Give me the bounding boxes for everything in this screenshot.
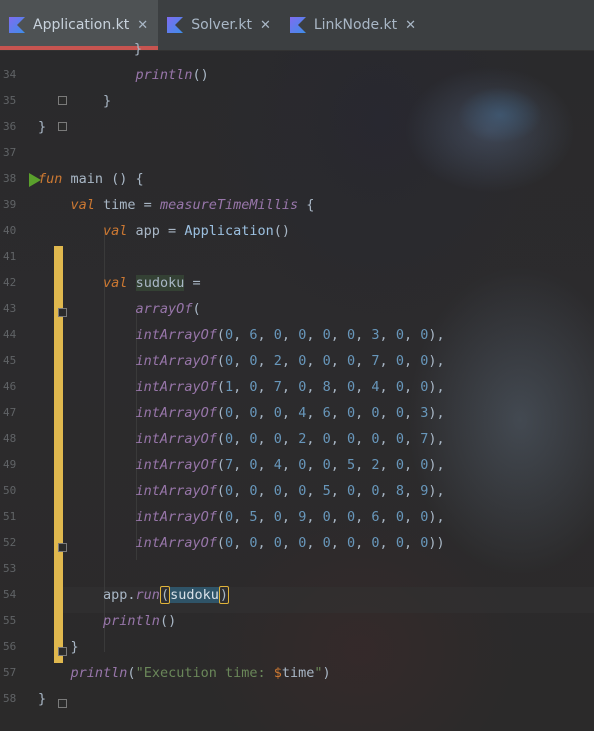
code-line[interactable]: println() [38, 608, 176, 634]
code-line[interactable]: fun main () { [38, 166, 144, 192]
code-line[interactable]: } [38, 686, 46, 712]
line-number: 51 [3, 510, 17, 523]
line-number: 35 [3, 94, 17, 107]
line-number: 41 [3, 250, 17, 263]
line-number: 57 [3, 666, 17, 679]
editor-tab-bar: Application.kt ✕ Solver.kt ✕ LinkNode.kt… [0, 0, 594, 51]
line-number: 54 [3, 588, 17, 601]
fold-icon[interactable] [58, 699, 67, 708]
fold-icon[interactable] [58, 122, 67, 131]
line-number: 56 [3, 640, 17, 653]
close-icon[interactable]: ✕ [260, 18, 271, 33]
line-number: 36 [3, 120, 17, 133]
code-editor[interactable]: } 34 println() 35 } 36} 37 38 fun main () { 39… [0, 41, 594, 731]
code-line[interactable]: println("Execution time: $time") [38, 660, 331, 686]
code-line[interactable]: intArrayOf(0, 0, 0, 4, 6, 0, 0, 0, 3), [38, 400, 445, 426]
line-number: 52 [3, 536, 17, 549]
line-number: 37 [3, 146, 17, 159]
close-icon[interactable]: ✕ [137, 18, 148, 33]
tab-label: Application.kt [33, 17, 130, 33]
line-number: 44 [3, 328, 17, 341]
code-line[interactable]: intArrayOf(0, 0, 0, 0, 5, 0, 0, 8, 9), [38, 478, 445, 504]
code-line[interactable]: intArrayOf(0, 0, 2, 0, 0, 0, 7, 0, 0), [38, 348, 445, 374]
code-line[interactable]: intArrayOf(7, 0, 4, 0, 0, 5, 2, 0, 0), [38, 452, 445, 478]
line-number: 34 [3, 68, 17, 81]
tab-solver-kt[interactable]: Solver.kt ✕ [158, 0, 281, 50]
line-number: 46 [3, 380, 17, 393]
code-line[interactable]: val app = Application() [38, 218, 290, 244]
code-line[interactable]: } [38, 114, 46, 140]
line-number: 40 [3, 224, 17, 237]
tab-linknode-kt[interactable]: LinkNode.kt ✕ [281, 0, 426, 50]
line-number: 45 [3, 354, 17, 367]
code-line[interactable]: intArrayOf(0, 0, 0, 2, 0, 0, 0, 0, 7), [38, 426, 445, 452]
line-number: 48 [3, 432, 17, 445]
code-line[interactable]: println() [38, 62, 209, 88]
line-number: 50 [3, 484, 17, 497]
line-number: 38 [3, 172, 17, 185]
kotlin-file-icon [167, 17, 184, 33]
code-line[interactable]: intArrayOf(0, 0, 0, 0, 0, 0, 0, 0, 0)) [38, 530, 445, 556]
line-number: 39 [3, 198, 17, 211]
close-icon[interactable]: ✕ [405, 18, 416, 33]
code-line-partial: } [134, 41, 143, 57]
code-line[interactable]: } [38, 88, 111, 114]
kotlin-file-icon [9, 17, 25, 33]
kotlin-file-icon [289, 17, 306, 33]
line-number: 55 [3, 614, 17, 627]
code-line[interactable]: arrayOf( [38, 296, 201, 322]
line-number: 47 [3, 406, 17, 419]
code-line[interactable]: val sudoku = [38, 270, 201, 296]
code-line[interactable]: app.run(sudoku) [38, 582, 229, 608]
line-number: 43 [3, 302, 17, 315]
line-number: 42 [3, 276, 17, 289]
tab-label: LinkNode.kt [313, 17, 398, 33]
tab-label: Solver.kt [191, 17, 252, 33]
line-number: 58 [3, 692, 17, 705]
code-line[interactable]: val time = measureTimeMillis { [38, 192, 315, 218]
code-line[interactable]: intArrayOf(0, 6, 0, 0, 0, 0, 3, 0, 0), [38, 322, 445, 348]
code-line[interactable]: intArrayOf(0, 5, 0, 9, 0, 0, 6, 0, 0), [38, 504, 445, 530]
line-number: 49 [3, 458, 17, 471]
code-line[interactable]: } [38, 634, 79, 660]
code-line[interactable]: intArrayOf(1, 0, 7, 0, 8, 0, 4, 0, 0), [38, 374, 445, 400]
line-number: 53 [3, 562, 17, 575]
